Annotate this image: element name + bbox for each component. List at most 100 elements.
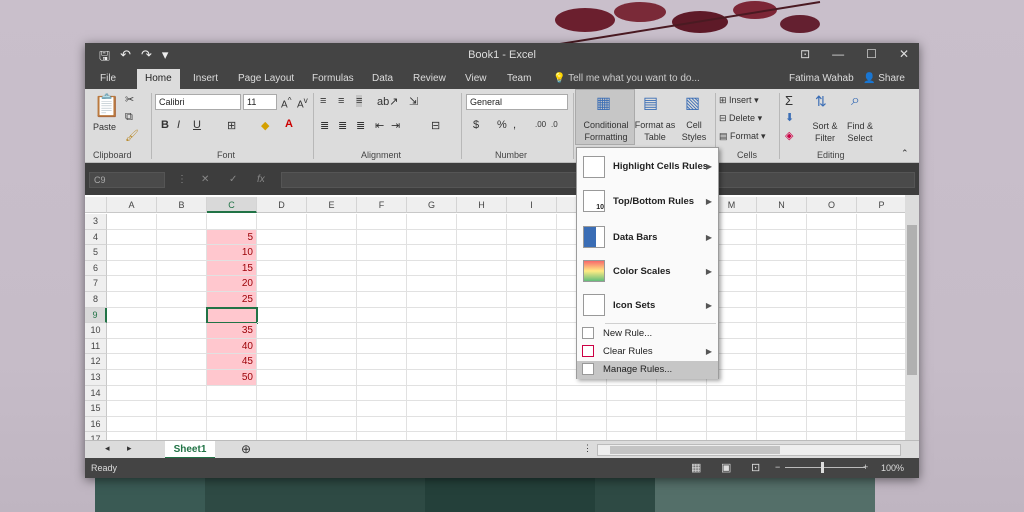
enter-icon[interactable]: ✓ xyxy=(229,174,237,185)
cell-p13[interactable] xyxy=(857,370,907,386)
cell-g16[interactable] xyxy=(407,416,457,433)
cell-h11[interactable] xyxy=(457,338,507,355)
autosum-icon[interactable]: Σ xyxy=(785,93,793,108)
vertical-scroll-thumb[interactable] xyxy=(907,225,917,375)
cell-n3[interactable] xyxy=(757,214,807,230)
align-bottom-icon[interactable]: ≡ xyxy=(356,95,363,107)
cell-n8[interactable] xyxy=(757,292,807,308)
cell-g7[interactable] xyxy=(407,276,457,292)
zoom-in-icon[interactable]: + xyxy=(863,462,868,472)
cell-h5[interactable] xyxy=(457,245,507,261)
cell-f16[interactable] xyxy=(357,416,407,433)
cell-d5[interactable] xyxy=(257,245,307,261)
cell-h8[interactable] xyxy=(457,292,507,308)
menu-item-manage-rules[interactable]: Manage Rules... xyxy=(577,361,718,379)
user-name[interactable]: Fatima Wahab xyxy=(789,73,854,84)
cell-p3[interactable] xyxy=(857,214,907,230)
decrease-font-icon[interactable]: Av xyxy=(297,95,308,110)
cell-i13[interactable] xyxy=(507,370,557,386)
prev-sheet-icon[interactable]: ◂ xyxy=(105,443,110,454)
cell-f5[interactable] xyxy=(357,245,407,261)
italic-icon[interactable]: I xyxy=(177,119,180,131)
insert-cells-button[interactable]: ⊞ Insert ▾ xyxy=(719,95,759,106)
cell-f3[interactable] xyxy=(357,214,407,230)
align-right-icon[interactable]: ≣ xyxy=(356,119,365,132)
cell-b16[interactable] xyxy=(157,416,207,433)
cell-e10[interactable] xyxy=(307,323,357,339)
column-header-o[interactable]: O xyxy=(807,197,857,213)
column-header-b[interactable]: B xyxy=(157,197,207,213)
row-header-15[interactable]: 15 xyxy=(85,401,107,417)
cell-a13[interactable] xyxy=(107,370,157,386)
menu-item-clear-rules[interactable]: Clear Rules ▶ xyxy=(577,343,718,361)
cell-k15[interactable] xyxy=(607,401,657,417)
cell-e12[interactable] xyxy=(307,354,357,370)
increase-decimal-icon[interactable]: .00 xyxy=(535,120,546,129)
cell-p7[interactable] xyxy=(857,276,907,292)
cell-o13[interactable] xyxy=(807,370,857,386)
row-header-11[interactable]: 11 xyxy=(85,338,107,355)
cell-e16[interactable] xyxy=(307,416,357,433)
cell-d15[interactable] xyxy=(257,401,307,417)
center-icon[interactable]: ≣ xyxy=(338,119,347,132)
cell-d14[interactable] xyxy=(257,385,307,402)
menu-item-new-rule[interactable]: New Rule... xyxy=(577,325,718,343)
row-header-3[interactable]: 3 xyxy=(85,214,107,230)
cell-p15[interactable] xyxy=(857,401,907,417)
cell-i4[interactable] xyxy=(507,229,557,246)
find-select-icon[interactable]: ⌕ xyxy=(851,92,860,110)
cell-n4[interactable] xyxy=(757,229,807,246)
maximize-button[interactable]: ☐ xyxy=(866,47,877,61)
cell-m14[interactable] xyxy=(707,385,757,402)
row-header-7[interactable]: 7 xyxy=(85,276,107,292)
cell-a4[interactable] xyxy=(107,229,157,246)
menu-item-top-bottom-rules[interactable]: 10 Top/Bottom Rules ▶ xyxy=(577,186,718,218)
cell-e9[interactable] xyxy=(307,307,357,324)
cell-h3[interactable] xyxy=(457,214,507,230)
number-format-box[interactable]: General xyxy=(466,94,568,110)
share-button[interactable]: 👤 Share xyxy=(863,73,905,84)
tab-home[interactable]: Home xyxy=(137,69,180,89)
cell-h7[interactable] xyxy=(457,276,507,292)
cell-d6[interactable] xyxy=(257,260,307,277)
cell-f8[interactable] xyxy=(357,292,407,308)
cell-o3[interactable] xyxy=(807,214,857,230)
cell-o5[interactable] xyxy=(807,245,857,261)
cell-p16[interactable] xyxy=(857,416,907,433)
comma-icon[interactable]: , xyxy=(513,119,516,131)
cell-h13[interactable] xyxy=(457,370,507,386)
cell-h15[interactable] xyxy=(457,401,507,417)
tab-data[interactable]: Data xyxy=(372,73,393,84)
find-select-label-2[interactable]: Select xyxy=(841,133,879,143)
font-size-box[interactable]: 11 xyxy=(243,94,277,110)
tab-view[interactable]: View xyxy=(465,73,487,84)
column-header-d[interactable]: D xyxy=(257,197,307,213)
cell-b4[interactable] xyxy=(157,229,207,246)
cut-icon[interactable]: ✂ xyxy=(125,93,134,106)
cell-o14[interactable] xyxy=(807,385,857,402)
cell-n12[interactable] xyxy=(757,354,807,370)
paste-button[interactable]: Paste xyxy=(93,122,116,132)
cell-e7[interactable] xyxy=(307,276,357,292)
cell-n10[interactable] xyxy=(757,323,807,339)
cell-g12[interactable] xyxy=(407,354,457,370)
cell-o7[interactable] xyxy=(807,276,857,292)
cell-f4[interactable] xyxy=(357,229,407,246)
name-box[interactable]: C9 xyxy=(89,172,165,188)
cell-a12[interactable] xyxy=(107,354,157,370)
menu-item-highlight-cells-rules[interactable]: Highlight Cells Rules ▶ xyxy=(577,152,718,182)
cell-p12[interactable] xyxy=(857,354,907,370)
cell-l15[interactable] xyxy=(657,401,707,417)
align-middle-icon[interactable]: ≡ xyxy=(338,95,344,107)
select-all-corner[interactable] xyxy=(85,197,107,213)
zoom-slider-thumb[interactable] xyxy=(821,462,824,473)
merge-center-icon[interactable]: ⊟ xyxy=(431,119,440,132)
cell-h14[interactable] xyxy=(457,385,507,402)
zoom-slider[interactable] xyxy=(785,467,865,468)
column-header-e[interactable]: E xyxy=(307,197,357,213)
cell-styles-label-1[interactable]: Cell xyxy=(679,120,709,130)
cell-f14[interactable] xyxy=(357,385,407,402)
percent-icon[interactable]: % xyxy=(497,119,507,131)
cell-i10[interactable] xyxy=(507,323,557,339)
column-header-n[interactable]: N xyxy=(757,197,807,213)
